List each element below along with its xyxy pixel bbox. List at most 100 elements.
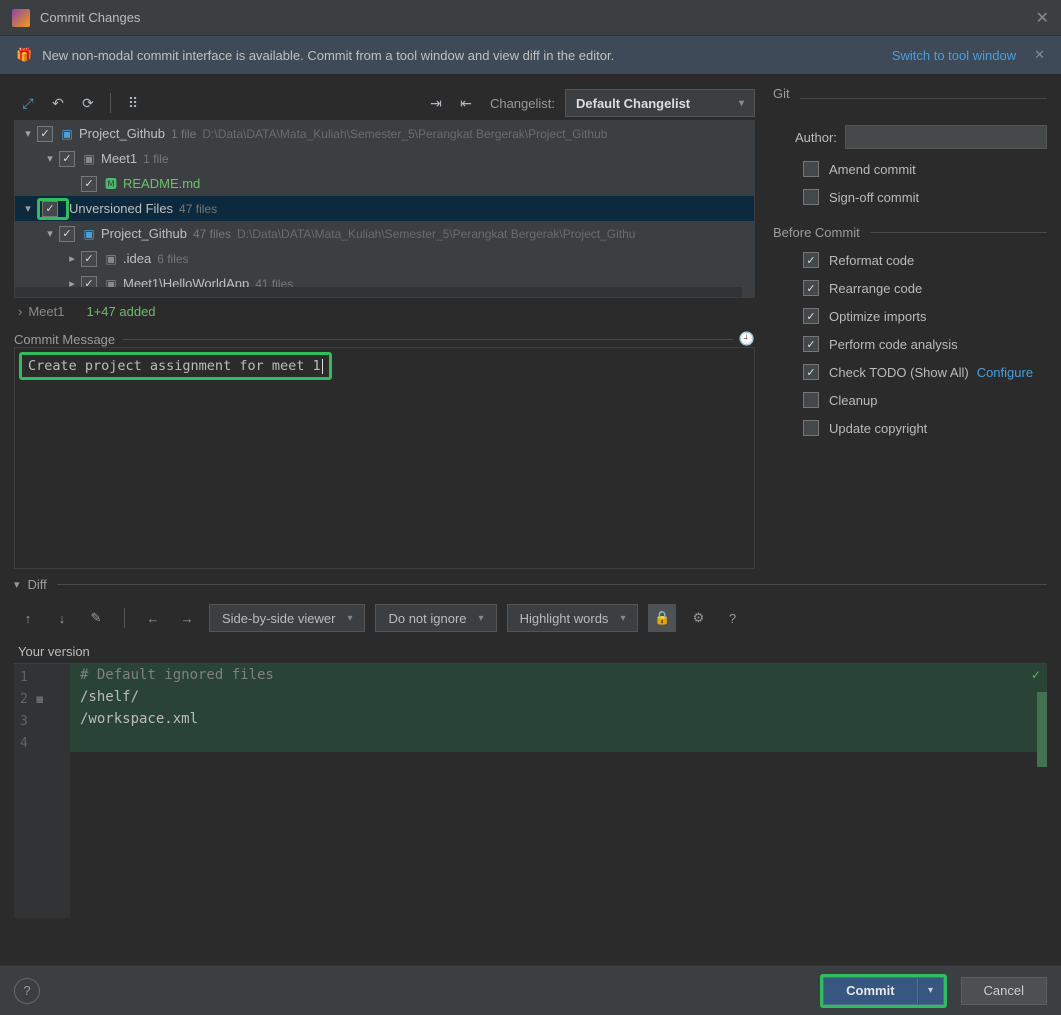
- expand-icon[interactable]: ⇤: [452, 90, 480, 116]
- before-commit-option: Reformat code: [773, 252, 1047, 268]
- tree-row[interactable]: ▾▣Project_Github1 fileD:\Data\DATA\Mata_…: [15, 121, 754, 146]
- before-commit-option: Perform code analysis: [773, 336, 1047, 352]
- before-commit-option: Update copyright: [773, 420, 1047, 436]
- lock-icon[interactable]: 🔒: [648, 604, 676, 632]
- files-tree[interactable]: ▾▣Project_Github1 fileD:\Data\DATA\Mata_…: [14, 120, 755, 298]
- titlebar: Commit Changes ✕: [0, 0, 1061, 36]
- notice-banner: 🎁 New non-modal commit interface is avai…: [0, 36, 1061, 74]
- footer-name: Meet1: [28, 304, 64, 319]
- option-checkbox[interactable]: [803, 252, 819, 268]
- nav-back-icon[interactable]: ←: [141, 611, 165, 626]
- tree-chevron-icon[interactable]: ▾: [41, 152, 59, 165]
- horizontal-scrollbar[interactable]: [15, 287, 742, 297]
- tree-row[interactable]: ▸▣.idea6 files: [15, 246, 754, 271]
- tree-row[interactable]: ▾▣Meet11 file: [15, 146, 754, 171]
- commit-button[interactable]: Commit: [823, 977, 917, 1005]
- banner-close-icon[interactable]: ✕: [1034, 47, 1045, 63]
- highlight-label: Highlight words: [520, 611, 609, 626]
- before-commit-label: Before Commit: [773, 225, 860, 240]
- option-checkbox[interactable]: [803, 280, 819, 296]
- option-checkbox[interactable]: [803, 336, 819, 352]
- cancel-button[interactable]: Cancel: [961, 977, 1047, 1005]
- option-checkbox[interactable]: [803, 308, 819, 324]
- prev-change-icon[interactable]: ↑: [16, 611, 40, 626]
- option-label: Update copyright: [829, 421, 927, 436]
- highlight-dropdown[interactable]: Highlight words ▾: [507, 604, 639, 632]
- show-diff-icon[interactable]: ⤢: [14, 90, 42, 116]
- tree-row[interactable]: ▾ Unversioned Files 47 files: [15, 196, 754, 221]
- file-count: 1 file: [143, 152, 168, 166]
- markdown-file-icon: 🅼: [103, 177, 119, 191]
- chevron-down-icon: ▾: [739, 98, 744, 109]
- window-title: Commit Changes: [40, 10, 140, 25]
- folder-icon: ▣: [81, 227, 97, 241]
- amend-checkbox[interactable]: [803, 161, 819, 177]
- footer-added: 1+47 added: [86, 304, 155, 319]
- option-checkbox[interactable]: [803, 420, 819, 436]
- include-checkbox[interactable]: [81, 251, 97, 267]
- node-name: Project_Github: [101, 226, 187, 241]
- option-label: Reformat code: [829, 253, 914, 268]
- gear-icon[interactable]: ⚙: [686, 610, 710, 626]
- viewer-mode-dropdown[interactable]: Side-by-side viewer ▾: [209, 604, 365, 632]
- commit-message-box[interactable]: Create project assignment for meet 1: [14, 347, 755, 569]
- diff-label: Diff: [28, 577, 47, 592]
- edit-icon[interactable]: ✎: [84, 610, 108, 626]
- include-checkbox[interactable]: [37, 126, 53, 142]
- help-icon[interactable]: ?: [720, 611, 744, 626]
- refresh-icon[interactable]: ⟳: [74, 90, 102, 116]
- tree-row[interactable]: ▾🅼README.md: [15, 171, 754, 196]
- toolbar: ⤢ ↶ ⟳ ⠿ ⇥ ⇤ Changelist: Default Changeli…: [14, 86, 755, 120]
- close-icon[interactable]: ✕: [1036, 8, 1049, 28]
- changelist-label-text: Changelist:: [490, 96, 555, 111]
- diff-header: ▾ Diff: [0, 569, 1061, 598]
- option-checkbox[interactable]: [803, 392, 819, 408]
- nav-fwd-icon[interactable]: →: [175, 611, 199, 626]
- group-by-icon[interactable]: ⠿: [119, 90, 147, 116]
- amend-label: Amend commit: [829, 162, 916, 177]
- banner-switch-link[interactable]: Switch to tool window: [892, 48, 1016, 63]
- change-marker: [1037, 692, 1047, 767]
- file-count: 47 files: [179, 202, 217, 216]
- configure-link[interactable]: Configure: [977, 365, 1033, 380]
- diff-toolbar: ↑ ↓ ✎ ← → Side-by-side viewer ▾ Do not i…: [0, 598, 1061, 638]
- option-label: Perform code analysis: [829, 337, 958, 352]
- signoff-checkbox[interactable]: [803, 189, 819, 205]
- history-icon[interactable]: 🕘: [739, 331, 755, 347]
- commit-dropdown-chevron[interactable]: ▾: [918, 977, 944, 1005]
- help-button[interactable]: ?: [14, 978, 40, 1004]
- include-checkbox[interactable]: [59, 151, 75, 167]
- tree-row[interactable]: ▾▣Project_Github47 filesD:\Data\DATA\Mat…: [15, 221, 754, 246]
- author-input[interactable]: [845, 125, 1047, 149]
- editor-gutter: 12◼34: [14, 664, 70, 918]
- revert-icon[interactable]: ↶: [44, 90, 72, 116]
- include-checkbox[interactable]: [59, 226, 75, 242]
- code-line: /shelf/: [80, 689, 139, 705]
- changelist-dropdown[interactable]: Default Changelist ▾: [565, 89, 755, 117]
- changelist-value: Default Changelist: [576, 96, 690, 111]
- before-commit-option: Rearrange code: [773, 280, 1047, 296]
- tree-chevron-icon[interactable]: ▾: [19, 127, 37, 140]
- tree-chevron-icon[interactable]: ▾: [19, 202, 37, 215]
- tree-chevron-icon[interactable]: ▸: [63, 252, 81, 265]
- include-checkbox[interactable]: [81, 176, 97, 192]
- collapse-diff-icon[interactable]: ▾: [14, 578, 20, 591]
- inspection-ok-icon: ✓: [1031, 668, 1041, 682]
- include-checkbox[interactable]: [42, 201, 58, 217]
- tree-chevron-icon[interactable]: ▾: [41, 227, 59, 240]
- editor-code[interactable]: # Default ignored files/shelf//workspace…: [70, 664, 1047, 918]
- node-name: Unversioned Files: [69, 201, 173, 216]
- diff-editor[interactable]: 12◼34 # Default ignored files/shelf//wor…: [14, 663, 1047, 918]
- node-name: .idea: [123, 251, 151, 266]
- chevron-right-icon: ›: [18, 304, 22, 319]
- option-checkbox[interactable]: [803, 364, 819, 380]
- next-change-icon[interactable]: ↓: [50, 611, 74, 626]
- commit-button-highlight: Commit ▾: [820, 974, 946, 1008]
- app-icon: [12, 9, 30, 27]
- ignore-dropdown[interactable]: Do not ignore ▾: [375, 604, 496, 632]
- option-label: Rearrange code: [829, 281, 922, 296]
- option-label: Cleanup: [829, 393, 877, 408]
- signoff-label: Sign-off commit: [829, 190, 919, 205]
- before-commit-option: Check TODO (Show All)Configure: [773, 364, 1047, 380]
- collapse-icon[interactable]: ⇥: [422, 90, 450, 116]
